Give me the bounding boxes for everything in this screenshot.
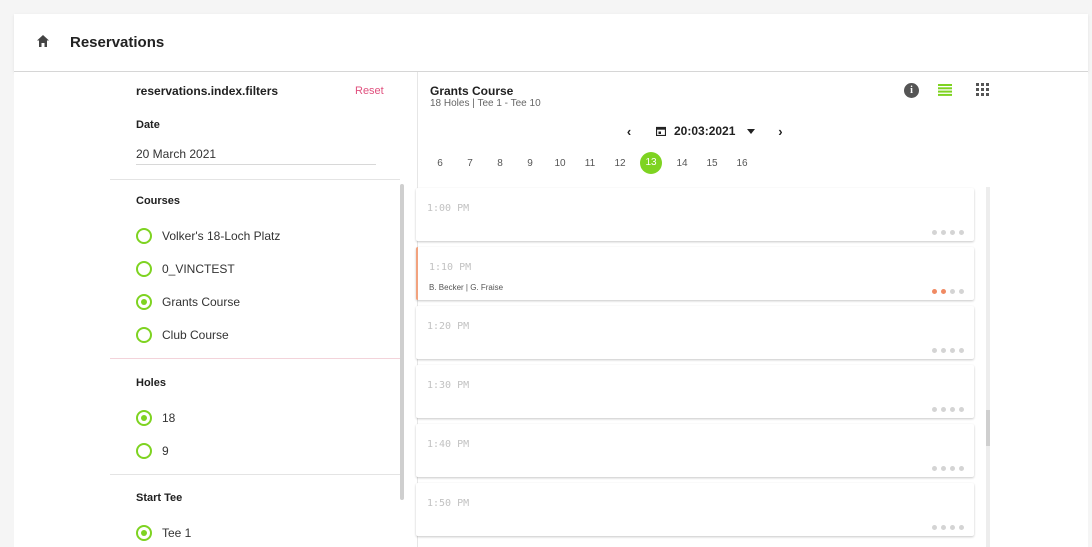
course-option-label: Volker's 18-Loch Platz <box>162 229 281 243</box>
radio-button[interactable] <box>136 443 152 459</box>
tee-time-slot[interactable]: 1:50 PM <box>416 483 974 536</box>
course-option[interactable]: 0_VINCTEST <box>136 260 235 278</box>
holes-option-label: 9 <box>162 444 169 458</box>
radio-button[interactable] <box>136 327 152 343</box>
holes-option[interactable]: 18 <box>136 409 175 427</box>
slot-time: 1:50 PM <box>427 498 470 509</box>
course-option[interactable]: Volker's 18-Loch Platz <box>136 227 280 245</box>
player-dots <box>928 289 964 294</box>
divider <box>110 474 400 475</box>
list-view-icon[interactable] <box>938 84 952 96</box>
home-icon[interactable] <box>36 34 50 48</box>
player-dots <box>928 348 964 353</box>
radio-button[interactable] <box>136 228 152 244</box>
tee-time-slot[interactable]: 1:00 PM <box>416 188 974 241</box>
divider <box>110 179 400 180</box>
grid-view-icon[interactable] <box>976 83 989 96</box>
holes-label: Holes <box>136 377 166 389</box>
list-scrollbar-track[interactable] <box>986 187 990 547</box>
hour-7[interactable]: 7 <box>460 158 480 169</box>
slot-time: 1:10 PM <box>429 262 472 273</box>
hour-10[interactable]: 10 <box>550 158 570 169</box>
next-day-button[interactable]: › <box>773 124 787 139</box>
filters-panel: reservations.index.filters Reset Date 20… <box>110 72 418 547</box>
player-dots <box>928 230 964 235</box>
calendar-icon[interactable] <box>656 126 666 136</box>
slot-time: 1:20 PM <box>427 321 470 332</box>
course-option-label: Club Course <box>162 328 229 342</box>
main-content: reservations.index.filters Reset Date 20… <box>14 72 1088 547</box>
slot-players: B. Becker | G. Fraise <box>429 283 504 292</box>
tee-time-slot[interactable]: 1:40 PM <box>416 424 974 477</box>
tee-time-slot[interactable]: 1:20 PM <box>416 306 974 359</box>
radio-button[interactable] <box>136 525 152 541</box>
date-dropdown-icon[interactable] <box>747 128 756 134</box>
date-label: Date <box>136 119 160 131</box>
filters-title: reservations.index.filters <box>136 84 279 98</box>
course-subtitle: 18 Holes | Tee 1 - Tee 10 <box>430 98 541 109</box>
hour-12[interactable]: 12 <box>610 158 630 169</box>
selected-date[interactable]: 20:03:2021 <box>674 124 735 138</box>
hour-15[interactable]: 15 <box>702 158 722 169</box>
start-tee-option-label: Tee 1 <box>162 526 192 540</box>
tee-time-slot[interactable]: 1:30 PM <box>416 365 974 418</box>
holes-option[interactable]: 9 <box>136 442 169 460</box>
previous-day-button[interactable]: ‹ <box>622 124 636 139</box>
radio-button[interactable] <box>136 294 152 310</box>
filters-scrollbar[interactable] <box>400 184 404 500</box>
course-option-label: 0_VINCTEST <box>162 262 235 276</box>
reset-button[interactable]: Reset <box>355 85 384 97</box>
hour-16[interactable]: 16 <box>732 158 752 169</box>
hour-11[interactable]: 11 <box>580 158 600 169</box>
date-field[interactable]: 20 March 2021 <box>136 147 376 165</box>
hour-9[interactable]: 9 <box>520 158 540 169</box>
hour-13-active[interactable]: 13 <box>640 152 662 174</box>
hour-14[interactable]: 14 <box>672 158 692 169</box>
list-scrollbar-thumb[interactable] <box>986 410 990 446</box>
player-dots <box>928 407 964 412</box>
radio-button[interactable] <box>136 410 152 426</box>
radio-button[interactable] <box>136 261 152 277</box>
hour-6[interactable]: 6 <box>430 158 450 169</box>
page-title: Reservations <box>70 34 165 51</box>
course-option-label: Grants Course <box>162 295 241 309</box>
date-navigator: ‹ 20:03:2021 › <box>622 122 787 140</box>
slot-time: 1:00 PM <box>427 203 470 214</box>
hour-8[interactable]: 8 <box>490 158 510 169</box>
top-bar: Reservations <box>14 14 1088 72</box>
holes-option-label: 18 <box>162 411 176 425</box>
info-icon[interactable]: i <box>904 83 919 98</box>
hour-selector: 6 7 8 9 10 11 12 13 14 15 16 <box>430 152 762 174</box>
course-name: Grants Course <box>430 84 514 98</box>
player-dots <box>928 525 964 530</box>
player-dots <box>928 466 964 471</box>
courses-label: Courses <box>136 195 181 207</box>
course-option[interactable]: Grants Course <box>136 293 240 311</box>
divider <box>110 358 400 359</box>
slot-time: 1:40 PM <box>427 439 470 450</box>
start-tee-label: Start Tee <box>136 492 183 504</box>
slot-time: 1:30 PM <box>427 380 470 391</box>
tee-time-slot[interactable]: 1:10 PM B. Becker | G. Fraise <box>416 247 974 300</box>
start-tee-option[interactable]: Tee 1 <box>136 524 191 542</box>
course-option[interactable]: Club Course <box>136 326 229 344</box>
